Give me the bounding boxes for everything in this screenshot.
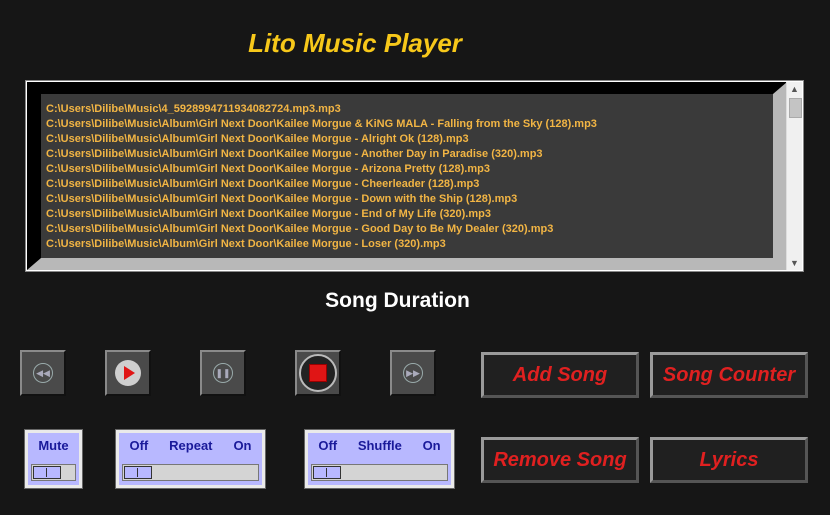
shuffle-on-label: On: [422, 438, 441, 453]
stop-button[interactable]: [295, 350, 341, 396]
repeat-slider-thumb[interactable]: [124, 466, 152, 479]
mute-label: Mute: [38, 438, 69, 453]
repeat-label: Repeat: [169, 438, 213, 453]
rewind-button[interactable]: ◀◀: [20, 350, 66, 396]
stop-icon: [299, 354, 337, 392]
add-song-button[interactable]: Add Song: [481, 352, 639, 398]
shuffle-label-row: Off Shuffle On: [308, 438, 451, 453]
list-item[interactable]: C:\Users\Dilibe\Music\Album\Girl Next Do…: [46, 177, 773, 192]
remove-song-button[interactable]: Remove Song: [481, 437, 639, 483]
playlist-items: C:\Users\Dilibe\Music\4_5928994711934082…: [41, 94, 773, 258]
shuffle-slider-thumb[interactable]: [313, 466, 341, 479]
mute-label-row: Mute: [28, 438, 79, 453]
repeat-toggle: Off Repeat On: [115, 429, 266, 489]
list-item[interactable]: C:\Users\Dilibe\Music\Album\Girl Next Do…: [46, 117, 773, 132]
list-item[interactable]: C:\Users\Dilibe\Music\Album\Girl Next Do…: [46, 192, 773, 207]
list-item[interactable]: C:\Users\Dilibe\Music\Album\Girl Next Do…: [46, 222, 773, 237]
repeat-on-label: On: [233, 438, 252, 453]
list-item[interactable]: C:\Users\Dilibe\Music\Album\Girl Next Do…: [46, 207, 773, 222]
shuffle-off-label: Off: [318, 438, 338, 453]
repeat-slider[interactable]: [122, 464, 259, 481]
repeat-label-row: Off Repeat On: [119, 438, 262, 453]
lyrics-button[interactable]: Lyrics: [650, 437, 808, 483]
list-item[interactable]: C:\Users\Dilibe\Music\Album\Girl Next Do…: [46, 147, 773, 162]
pause-icon: ❚❚: [213, 363, 233, 383]
fast-forward-button[interactable]: ▶▶: [390, 350, 436, 396]
shuffle-toggle: Off Shuffle On: [304, 429, 455, 489]
mute-slider-thumb[interactable]: [33, 466, 61, 479]
song-counter-button[interactable]: Song Counter: [650, 352, 808, 398]
playlist-scrollbar[interactable]: ▲ ▼: [786, 82, 802, 270]
play-button[interactable]: [105, 350, 151, 396]
scroll-down-icon[interactable]: ▼: [787, 256, 802, 270]
scroll-up-icon[interactable]: ▲: [787, 82, 802, 96]
scroll-thumb[interactable]: [789, 98, 802, 118]
song-duration-label: Song Duration: [325, 289, 470, 312]
play-icon: [115, 360, 141, 386]
mute-slider[interactable]: [31, 464, 76, 481]
list-item[interactable]: C:\Users\Dilibe\Music\4_5928994711934082…: [46, 102, 773, 117]
shuffle-label: Shuffle: [357, 438, 402, 453]
list-item[interactable]: C:\Users\Dilibe\Music\Album\Girl Next Do…: [46, 237, 773, 252]
list-item[interactable]: C:\Users\Dilibe\Music\Album\Girl Next Do…: [46, 132, 773, 147]
mute-toggle: Mute: [24, 429, 83, 489]
shuffle-slider[interactable]: [311, 464, 448, 481]
app-title: Lito Music Player: [248, 28, 462, 58]
pause-button[interactable]: ❚❚: [200, 350, 246, 396]
playlist-listbox[interactable]: C:\Users\Dilibe\Music\4_5928994711934082…: [25, 80, 804, 272]
playlist-frame: C:\Users\Dilibe\Music\4_5928994711934082…: [27, 82, 787, 270]
rewind-icon: ◀◀: [33, 363, 53, 383]
list-item[interactable]: C:\Users\Dilibe\Music\Album\Girl Next Do…: [46, 162, 773, 177]
repeat-off-label: Off: [129, 438, 149, 453]
fast-forward-icon: ▶▶: [403, 363, 423, 383]
